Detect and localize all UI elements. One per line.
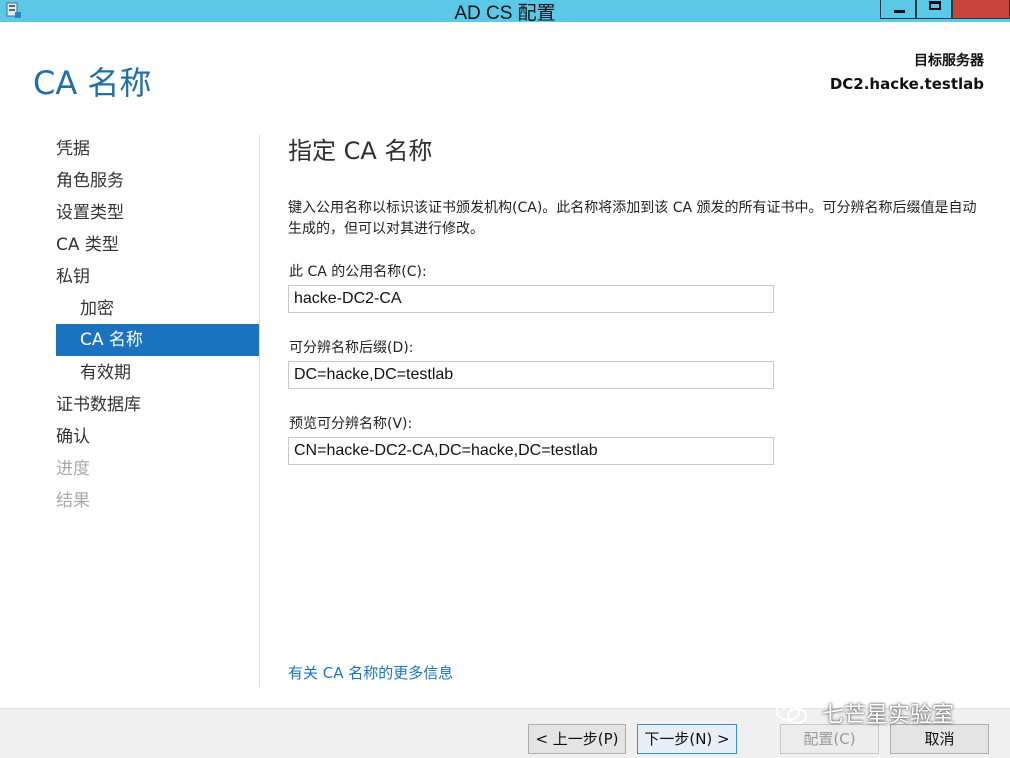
next-button[interactable]: 下一步(N) > — [637, 724, 737, 754]
wechat-icon — [776, 701, 807, 724]
nav-item-setup-type[interactable]: 设置类型 — [56, 197, 259, 229]
preview-dn-field[interactable]: CN=hacke-DC2-CA,DC=hacke,DC=testlab — [288, 437, 774, 465]
nav-item-ca-name[interactable]: CA 名称 — [56, 324, 259, 356]
dn-suffix-input[interactable]: DC=hacke,DC=testlab — [288, 361, 774, 389]
minimize-button[interactable] — [880, 0, 916, 19]
nav-item-credentials[interactable]: 凭据 — [56, 133, 259, 165]
close-button[interactable] — [952, 0, 1010, 19]
target-server-name: DC2.hacke.testlab — [829, 75, 984, 93]
description-text: 键入公用名称以标识该证书颁发机构(CA)。此名称将添加到该 CA 颁发的所有证书… — [288, 200, 977, 237]
nav-item-cryptography[interactable]: 加密 — [56, 293, 259, 325]
nav-item-confirmation[interactable]: 确认 — [56, 421, 259, 453]
nav-item-results: 结果 — [56, 491, 90, 511]
window-title: AD CS 配置 — [454, 3, 556, 24]
dn-suffix-label: 可分辨名称后缀(D): — [289, 340, 414, 356]
more-info-link[interactable]: 有关 CA 名称的更多信息 — [288, 662, 453, 683]
page-title: CA 名称 — [33, 64, 152, 102]
nav-item-ca-type[interactable]: CA 类型 — [56, 229, 259, 261]
maximize-button[interactable] — [916, 0, 952, 19]
watermark-text: 七芒星实验室 — [822, 703, 955, 728]
nav-item-certificate-database[interactable]: 证书数据库 — [56, 389, 259, 421]
nav-item-private-key[interactable]: 私钥 — [56, 261, 259, 293]
nav-divider — [259, 135, 260, 687]
preview-dn-label: 预览可分辨名称(V): — [289, 416, 413, 432]
title-bar: AD CS 配置 — [0, 0, 1010, 24]
nav-item-progress: 进度 — [56, 459, 90, 479]
nav-item-validity-period[interactable]: 有效期 — [56, 357, 259, 389]
target-server-label: 目标服务器 — [914, 53, 984, 69]
common-name-label: 此 CA 的公用名称(C): — [289, 264, 427, 280]
common-name-input[interactable]: hacke-DC2-CA — [288, 285, 774, 313]
previous-button[interactable]: < 上一步(P) — [528, 724, 626, 754]
section-title: 指定 CA 名称 — [288, 137, 433, 165]
nav-item-role-services[interactable]: 角色服务 — [56, 165, 259, 197]
